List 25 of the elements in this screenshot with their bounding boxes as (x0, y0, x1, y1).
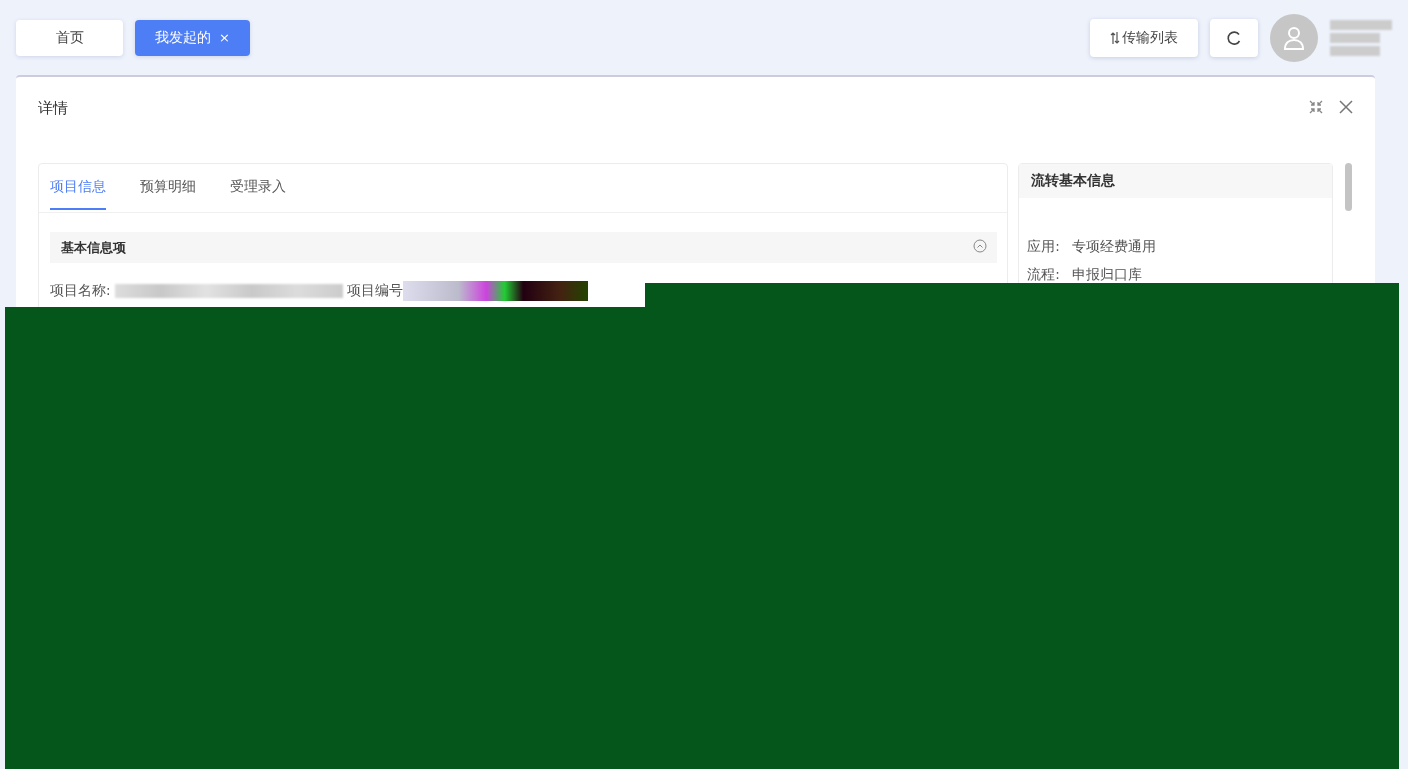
field-label: 流程: (1027, 266, 1060, 282)
page-tab[interactable]: 我发起的 × (135, 19, 250, 56)
field-value: 申报归口库 (1071, 266, 1142, 282)
section-title: 基本信息项 (61, 238, 126, 257)
panel-title: 流转基本信息 (1019, 164, 1333, 198)
scrollbar-thumb[interactable] (1345, 163, 1353, 211)
field-label: 项目名称: (50, 282, 111, 300)
refresh-button[interactable] (1210, 18, 1258, 57)
field-value: 专项经费通用 (1071, 238, 1156, 254)
collapse-icon[interactable] (1309, 99, 1323, 114)
close-icon[interactable] (1339, 99, 1353, 114)
detail-tab[interactable]: 项目信息 (50, 164, 106, 210)
detail-tab[interactable]: 预算明细 (140, 164, 196, 210)
refresh-icon (1226, 29, 1242, 46)
close-icon[interactable]: × (219, 30, 230, 45)
field-label: 项目编号 (346, 282, 403, 300)
user-icon (1282, 24, 1306, 51)
field-label: 应用: (1027, 238, 1060, 254)
detail-tab[interactable]: 受理录入 (230, 164, 286, 210)
dialog-title: 详情 (38, 98, 68, 118)
sort-arrows-icon (1110, 30, 1120, 45)
page-tab[interactable]: 首页 (16, 19, 123, 56)
transfer-list-button[interactable]: 传输列表 (1090, 18, 1198, 57)
collapse-circle-icon[interactable] (973, 239, 988, 253)
blurred-username (1330, 19, 1392, 56)
